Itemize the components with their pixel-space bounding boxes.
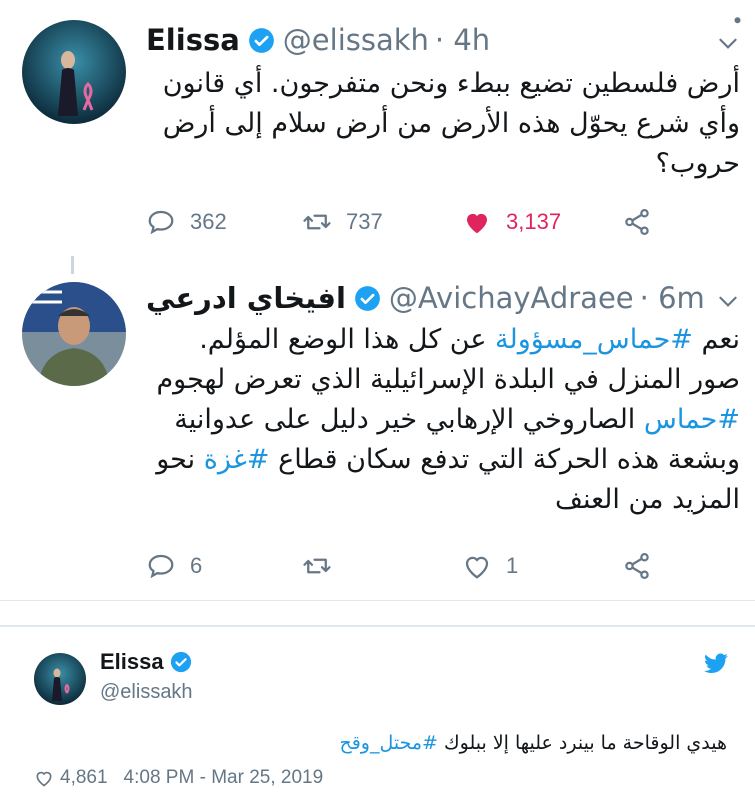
text-span: الصاروخي الإرهابي خير دليل على عدوانية [174, 404, 644, 435]
hashtag-link[interactable]: #محتل_وقح [339, 732, 438, 754]
like-count: 3,137 [506, 209, 562, 234]
reply-icon [148, 554, 174, 579]
share-icon [625, 553, 649, 579]
text-span: عن كل هذا الوضع المؤلم. [199, 324, 496, 355]
retweet-button[interactable]: 737 [302, 207, 383, 237]
embed-tweet-text: هيدي الوقاحة ما بينرد عليها إلا ببلوك #م… [339, 732, 727, 754]
retweet-button[interactable] [302, 551, 332, 581]
text-line: صور المنزل في البلدة الإسرائيلية الذي تع… [156, 364, 740, 395]
like-count: 1 [506, 553, 519, 578]
tweet-time[interactable]: · 4h [435, 23, 490, 57]
verified-icon [248, 27, 274, 53]
tweet-header: Elissa @elissakh · 4h [146, 18, 490, 62]
retweet-count: 737 [346, 209, 383, 234]
reply-icon [148, 210, 174, 235]
hashtag-link[interactable]: #حماس [644, 404, 740, 435]
text-span: نحو [156, 444, 204, 475]
heart-outline-icon [465, 556, 489, 579]
embed-meta: 4,861 4:08 PM - Mar 25, 2019 [34, 767, 323, 789]
embedded-tweet[interactable]: Elissa @elissakh هيدي الوقاحة ما بينرد ع… [0, 625, 755, 800]
text-line: المزيد من العنف [555, 484, 740, 515]
divider [0, 600, 755, 601]
text-line: نعم #حماس_مسؤولة عن كل هذا الوضع المؤلم. [146, 320, 740, 360]
retweet-icon [303, 558, 331, 574]
hashtag-link[interactable]: #غزة [204, 444, 270, 475]
embed-like-count: 4,861 [60, 767, 108, 788]
hashtag-link[interactable]: #حماس_مسؤولة [495, 324, 693, 355]
text-span: وبشعة هذه الحركة التي تدفع سكان قطاع [269, 444, 740, 475]
reply-button[interactable]: 6 [146, 551, 202, 581]
embed-timestamp[interactable]: 4:08 PM - Mar 25, 2019 [124, 767, 324, 789]
user-handle[interactable]: @elissakh [283, 23, 429, 57]
tweet-header: افيخاي ادرعي @AvichayAdraee · 6m [146, 276, 705, 320]
text-span: هيدي الوقاحة ما بينرد عليها إلا ببلوك [437, 732, 727, 754]
tweet-elissa[interactable]: Elissa @elissakh · 4h ⦁ أرض فلسطين تضيع … [0, 0, 755, 258]
chevron-down-icon[interactable] [715, 288, 741, 314]
more-dot-icon: ⦁ [734, 12, 741, 28]
reply-button[interactable]: 362 [146, 207, 227, 237]
share-icon [625, 209, 649, 235]
text-span: نعم [692, 324, 740, 355]
tweet-actions: 6 1 [146, 546, 666, 586]
share-button[interactable] [622, 551, 652, 581]
heart-filled-icon [467, 213, 487, 234]
share-button[interactable] [622, 207, 652, 237]
like-button[interactable]: 1 [462, 551, 518, 581]
chevron-down-icon[interactable] [715, 30, 741, 56]
text-line: #حماس الصاروخي الإرهابي خير دليل على عدو… [146, 400, 740, 440]
retweet-icon [303, 214, 331, 230]
embed-name-text: Elissa [100, 649, 164, 674]
reply-count: 362 [190, 209, 227, 234]
avatar-elissa[interactable] [34, 653, 86, 705]
embed-user-name[interactable]: Elissa [100, 649, 192, 675]
text-line: وبشعة هذه الحركة التي تدفع سكان قطاع #غز… [146, 440, 740, 480]
user-name[interactable]: افيخاي ادرعي [146, 281, 346, 315]
avatar-avichay[interactable] [22, 282, 126, 386]
tweet-text: أرض فلسطين تضيع ببطء ونحن متفرجون. أي قا… [162, 68, 740, 179]
user-handle[interactable]: @AvichayAdraee [389, 281, 634, 315]
embed-user-handle[interactable]: @elissakh [100, 681, 193, 704]
tweet-actions: 362 737 3,137 [146, 202, 666, 242]
user-name[interactable]: Elissa [146, 23, 240, 57]
verified-icon [355, 285, 380, 311]
reply-count: 6 [190, 553, 203, 578]
like-button[interactable]: 3,137 [462, 207, 561, 237]
heart-outline-icon[interactable] [34, 768, 54, 788]
tweet-text: نعم #حماس_مسؤولة عن كل هذا الوضع المؤلم.… [146, 320, 740, 520]
avatar-elissa[interactable] [22, 20, 126, 124]
twitter-bird-icon[interactable] [703, 653, 729, 675]
tweet-time[interactable]: · 6m [640, 281, 705, 315]
tweet-avichay[interactable]: افيخاي ادرعي @AvichayAdraee · 6m نعم #حم… [0, 258, 755, 600]
verified-icon [170, 651, 191, 673]
